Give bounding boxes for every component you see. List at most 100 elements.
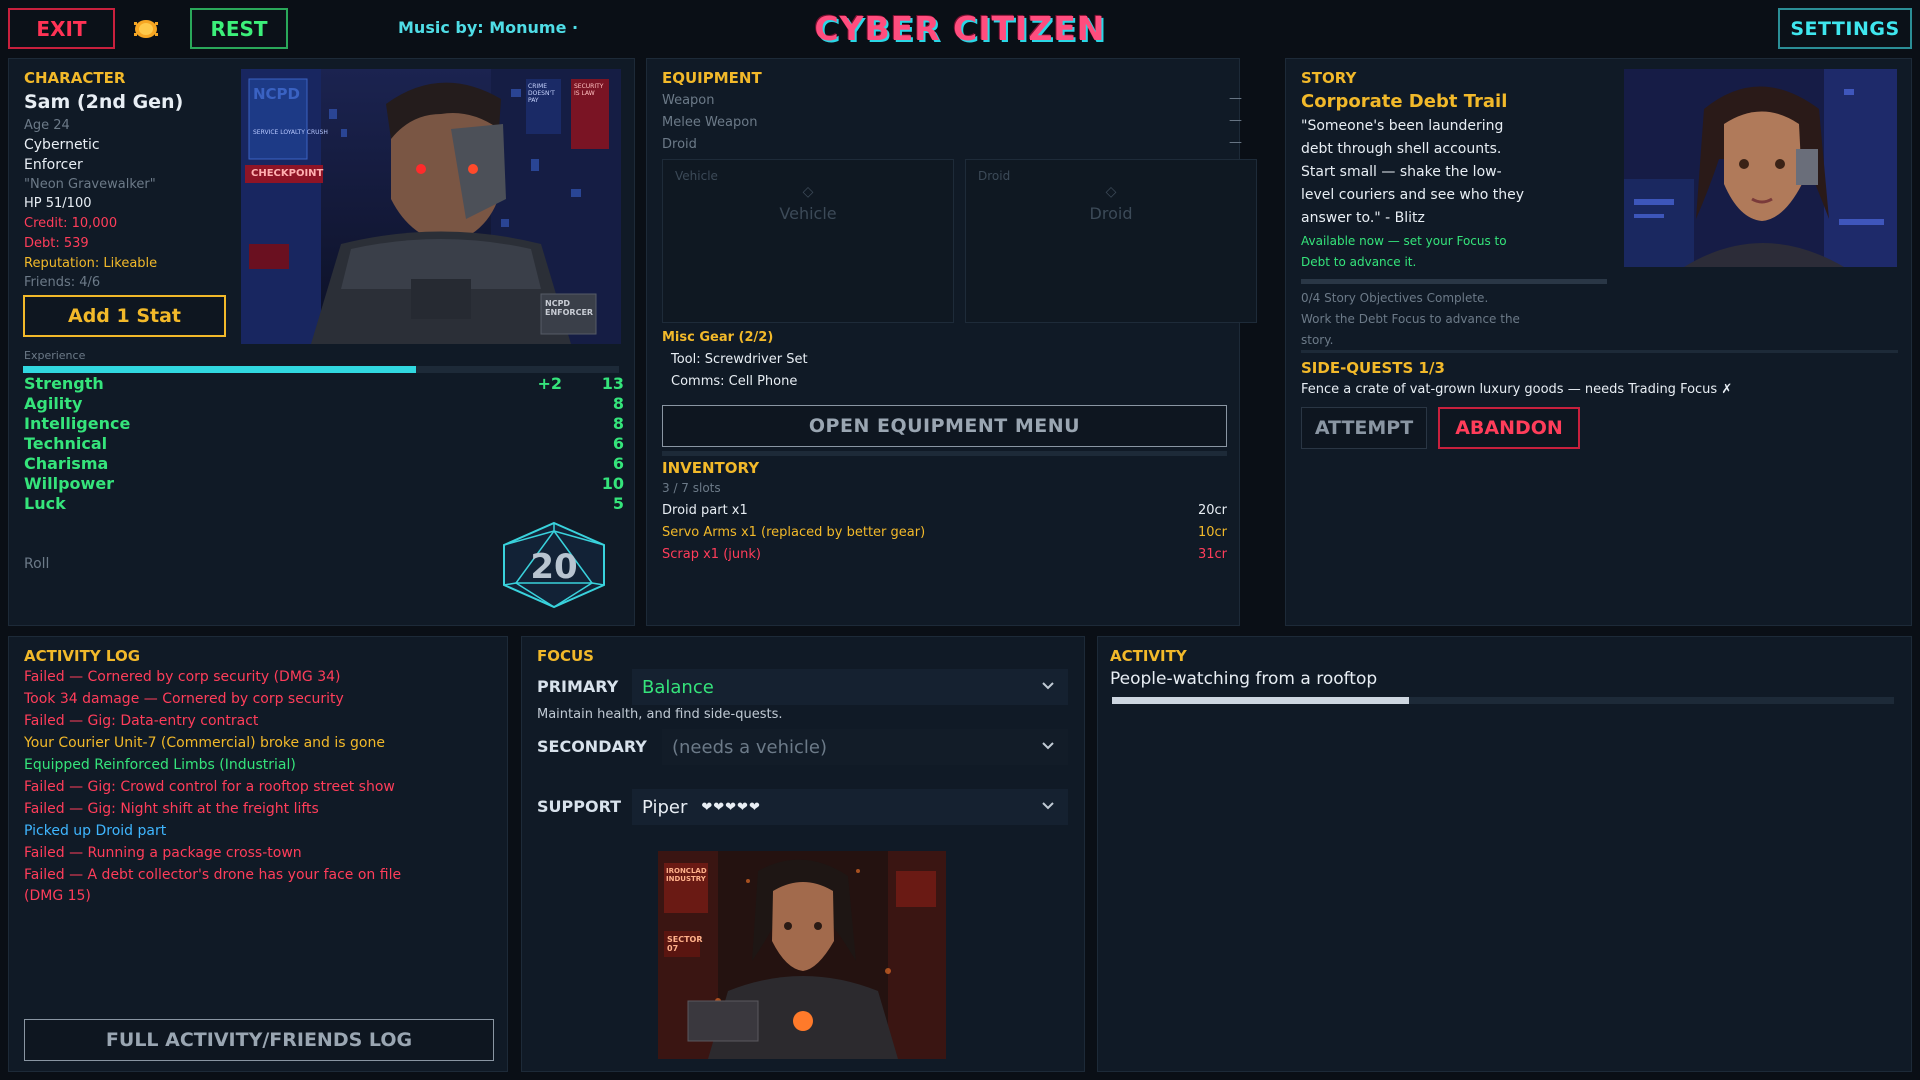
secondary-focus-select[interactable]: (needs a vehicle) bbox=[662, 729, 1068, 765]
story-quote-line: answer to." - Blitz bbox=[1301, 210, 1425, 226]
support-select[interactable]: Piper ❤❤❤❤❤ bbox=[632, 789, 1068, 825]
droid-slot-name: Droid bbox=[1089, 204, 1133, 223]
character-name: Sam (2nd Gen) bbox=[24, 91, 184, 113]
vehicle-slot[interactable]: Vehicle ◇ Vehicle bbox=[662, 159, 954, 323]
activity-progress-fill bbox=[1112, 697, 1410, 704]
droid-slot-label: Droid bbox=[978, 169, 1011, 183]
equip-slot-value: — bbox=[1229, 91, 1242, 106]
stat-name: Agility bbox=[24, 394, 83, 413]
stat-bonus: +2 bbox=[537, 374, 562, 393]
character-panel: CHARACTER Sam (2nd Gen) Age 24 Cyberneti… bbox=[8, 58, 635, 626]
inventory-item-price: 10cr bbox=[1197, 525, 1227, 540]
story-panel: STORY Corporate Debt Trail "Someone's be… bbox=[1285, 58, 1912, 626]
chevron-down-icon bbox=[1042, 802, 1054, 810]
equipment-section-title: EQUIPMENT bbox=[662, 69, 762, 87]
inventory-item-price: 20cr bbox=[1197, 503, 1227, 518]
character-friends: Friends: 4/6 bbox=[24, 275, 101, 290]
story-quote-line: level couriers and see who they bbox=[1301, 187, 1524, 203]
die-value: 20 bbox=[530, 547, 578, 587]
focus-section-title: FOCUS bbox=[537, 647, 594, 665]
character-section-title: CHARACTER bbox=[24, 69, 126, 87]
log-entry: Failed — Gig: Crowd control for a roofto… bbox=[24, 779, 395, 795]
activity-progress-bar bbox=[1112, 697, 1894, 704]
inventory-item[interactable]: Scrap x1 (junk) bbox=[662, 547, 761, 562]
inventory-item-price: 31cr bbox=[1197, 547, 1227, 562]
character-hp: HP 51/100 bbox=[24, 196, 92, 211]
diamond-icon: ◇ bbox=[1105, 184, 1117, 200]
side-quest-entry: Fence a crate of vat-grown luxury goods … bbox=[1301, 382, 1733, 397]
equip-slot-label: Melee Weapon bbox=[662, 115, 758, 130]
story-hint-line: Work the Debt Focus to advance the bbox=[1301, 312, 1520, 326]
story-quest-title: Corporate Debt Trail bbox=[1301, 91, 1508, 112]
story-quote-line: Start small — shake the low- bbox=[1301, 164, 1502, 180]
primary-focus-label: PRIMARY bbox=[537, 677, 619, 696]
story-hint-line: story. bbox=[1301, 333, 1334, 347]
support-hearts: ❤❤❤❤❤ bbox=[701, 799, 761, 815]
primary-focus-select[interactable]: Balance bbox=[632, 669, 1068, 705]
activity-log-title: ACTIVITY LOG bbox=[24, 647, 141, 665]
stat-name: Technical bbox=[24, 434, 108, 453]
inventory-slots: 3 / 7 slots bbox=[662, 481, 721, 495]
ncpd-sign: NCPD bbox=[253, 85, 301, 103]
inventory-item[interactable]: Droid part x1 bbox=[662, 503, 748, 518]
equip-slot-value: — bbox=[1229, 135, 1242, 150]
experience-bar-fill bbox=[23, 366, 417, 373]
settings-button[interactable]: SETTINGS bbox=[1778, 8, 1912, 49]
support-portrait-sign: IRONCLAD INDUSTRY bbox=[666, 867, 707, 883]
experience-label: Experience bbox=[24, 349, 86, 362]
character-role: Enforcer bbox=[24, 157, 83, 173]
stat-value: 13 bbox=[601, 374, 624, 393]
equip-slot-value: — bbox=[1229, 113, 1242, 128]
abandon-button[interactable]: ABANDON bbox=[1438, 407, 1580, 449]
attempt-button[interactable]: ATTEMPT bbox=[1301, 407, 1427, 449]
open-equipment-menu-button[interactable]: OPEN EQUIPMENT MENU bbox=[662, 405, 1227, 447]
log-entry: Failed — Gig: Data-entry contract bbox=[24, 713, 259, 729]
log-entry: Failed — Gig: Night shift at the freight… bbox=[24, 801, 319, 817]
stat-value: 5 bbox=[612, 494, 624, 513]
chevron-down-icon bbox=[1042, 742, 1054, 750]
story-available-line: Available now — set your Focus to bbox=[1301, 234, 1507, 248]
current-activity: People-watching from a rooftop bbox=[1110, 669, 1378, 689]
droid-slot[interactable]: Droid ◇ Droid bbox=[965, 159, 1257, 323]
diamond-icon: ◇ bbox=[802, 184, 814, 200]
story-quote-line: debt through shell accounts. bbox=[1301, 141, 1502, 157]
vehicle-slot-name: Vehicle bbox=[779, 204, 837, 223]
divider bbox=[1301, 350, 1898, 353]
d20-die-button[interactable]: 20 bbox=[500, 521, 608, 609]
character-nickname: "Neon Gravewalker" bbox=[24, 177, 156, 192]
add-stat-button[interactable]: Add 1 Stat bbox=[23, 295, 226, 337]
service-sign: SERVICE LOYALTY CRUSH bbox=[253, 129, 328, 136]
misc-gear-item: Tool: Screwdriver Set bbox=[671, 352, 808, 367]
enforcer-badge: NCPD ENFORCER bbox=[545, 299, 594, 317]
full-activity-log-button[interactable]: FULL ACTIVITY/FRIENDS LOG bbox=[24, 1019, 494, 1061]
focus-panel: FOCUS PRIMARY Balance Maintain health, a… bbox=[521, 636, 1085, 1072]
stat-name: Intelligence bbox=[24, 414, 131, 433]
support-portrait-sign: SECTOR 07 bbox=[667, 935, 703, 953]
misc-gear-item: Comms: Cell Phone bbox=[671, 374, 798, 389]
experience-bar bbox=[23, 366, 619, 373]
support-portrait: IRONCLAD INDUSTRY SECTOR 07 bbox=[658, 851, 946, 1059]
character-portrait: NCPD CHECKPOINT SERVICE LOYALTY CRUSH CR… bbox=[241, 69, 621, 344]
vehicle-slot-label: Vehicle bbox=[675, 169, 718, 183]
side-quests-title: SIDE-QUESTS 1/3 bbox=[1301, 359, 1445, 377]
story-progress-bar bbox=[1301, 279, 1607, 284]
log-entry: Failed — Running a package cross-town bbox=[24, 845, 302, 861]
roll-label: Roll bbox=[24, 556, 50, 572]
stat-value: 8 bbox=[612, 394, 624, 413]
secondary-focus-label: SECONDARY bbox=[537, 737, 647, 756]
stat-name: Willpower bbox=[24, 474, 115, 493]
log-entry: (DMG 15) bbox=[24, 888, 91, 904]
activity-log-panel: ACTIVITY LOG Failed — Cornered by corp s… bbox=[8, 636, 508, 1072]
inventory-item[interactable]: Servo Arms x1 (replaced by better gear) bbox=[662, 525, 925, 540]
story-portrait bbox=[1624, 69, 1897, 267]
stat-value: 10 bbox=[601, 474, 624, 493]
activity-panel: ACTIVITY People-watching from a rooftop bbox=[1097, 636, 1912, 1072]
character-type: Cybernetic bbox=[24, 137, 100, 153]
log-entry: Your Courier Unit-7 (Commercial) broke a… bbox=[24, 735, 385, 751]
stat-value: 6 bbox=[612, 454, 624, 473]
inventory-section-title: INVENTORY bbox=[662, 459, 760, 477]
log-entry: Picked up Droid part bbox=[24, 823, 167, 839]
story-section-title: STORY bbox=[1301, 69, 1357, 87]
log-entry: Took 34 damage — Cornered by corp securi… bbox=[24, 691, 344, 707]
activity-section-title: ACTIVITY bbox=[1110, 647, 1187, 665]
